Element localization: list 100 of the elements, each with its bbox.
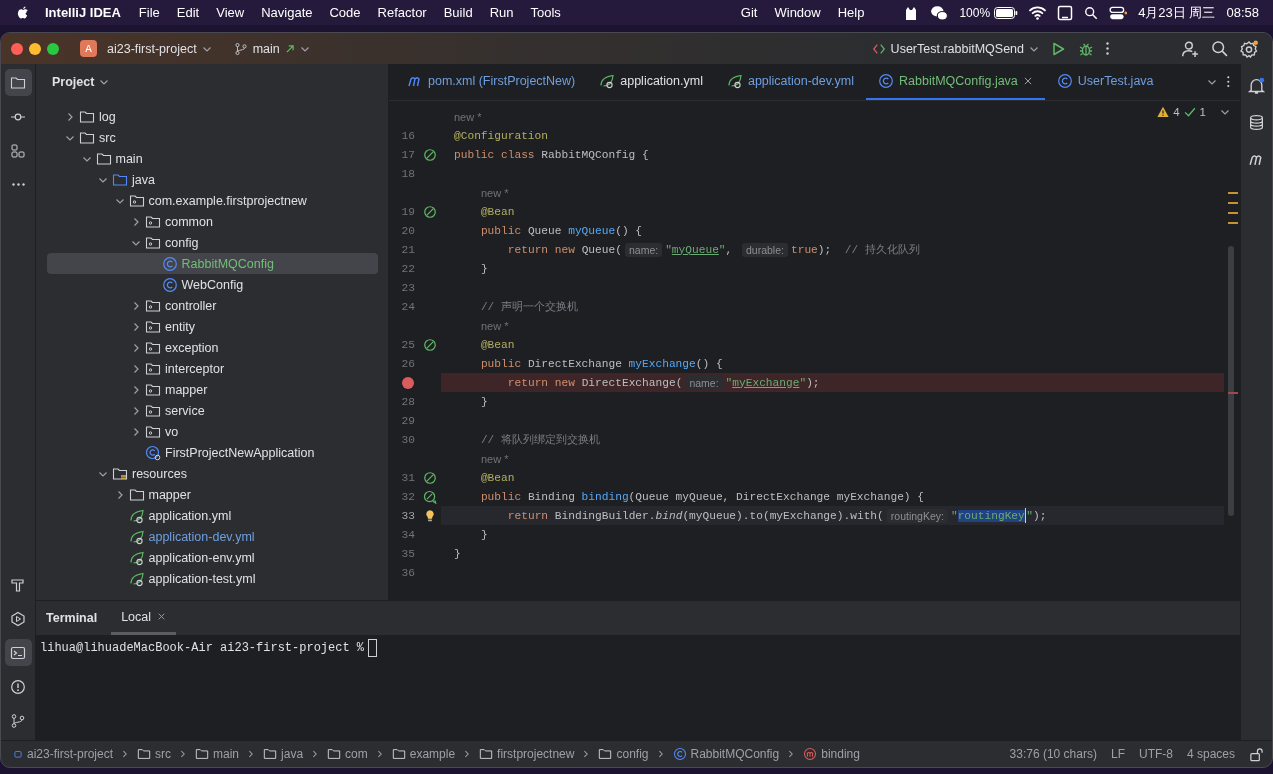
tree-item[interactable]: mapper <box>47 379 378 400</box>
breadcrumb[interactable]: config <box>596 747 651 761</box>
lightbulb-icon[interactable] <box>423 508 437 523</box>
close-icon[interactable] <box>157 612 167 621</box>
breadcrumb[interactable]: firstprojectnew <box>477 747 577 761</box>
menu-item[interactable]: Build <box>443 5 473 20</box>
tree-item[interactable]: mapper <box>47 484 378 505</box>
tree-item[interactable]: FirstProjectNewApplication <box>47 442 378 463</box>
editor-tab[interactable]: pom.xml (FirstProjectNew) <box>395 64 588 100</box>
unlock-icon[interactable] <box>1249 746 1264 762</box>
wifi-icon[interactable] <box>1029 4 1047 21</box>
breadcrumb[interactable]: binding <box>801 747 862 761</box>
tree-item[interactable]: RabbitMQConfig <box>47 253 378 274</box>
menu-bar-time[interactable]: 08:58 <box>1226 5 1259 20</box>
chevron-icon[interactable] <box>1220 107 1230 117</box>
author-hint[interactable]: new * <box>480 319 509 332</box>
search-icon[interactable] <box>1084 5 1099 20</box>
breakpoint-marker[interactable] <box>1228 392 1238 394</box>
tree-item[interactable]: WebConfig <box>47 274 378 295</box>
tree-item[interactable]: application-env.yml <box>47 547 378 568</box>
editor-tab[interactable]: application.yml <box>587 64 715 100</box>
chevron-icon[interactable] <box>131 342 141 353</box>
breadcrumb[interactable]: main <box>193 747 242 761</box>
tree-item[interactable]: log <box>47 106 378 127</box>
caret-position[interactable]: 33:76 (10 chars) <box>1009 747 1097 761</box>
editor-tab[interactable]: application-dev.yml <box>714 64 866 100</box>
author-hint[interactable]: new * <box>480 186 509 199</box>
warning-marker[interactable] <box>1228 212 1238 214</box>
tree-item[interactable]: main <box>47 148 378 169</box>
menu-bar-date[interactable]: 4月23日 周三 <box>1138 3 1216 22</box>
terminal-tab[interactable]: Local <box>111 601 177 635</box>
warning-marker[interactable] <box>1228 202 1238 204</box>
chevron-icon[interactable] <box>131 384 141 395</box>
breadcrumb[interactable]: example <box>389 747 458 761</box>
tree-item[interactable]: common <box>47 211 378 232</box>
bean-icon[interactable] <box>423 204 437 219</box>
tree-item[interactable]: config <box>47 232 378 253</box>
tree-item[interactable]: application-test.yml <box>47 568 378 589</box>
scrollbar[interactable] <box>1228 246 1234 516</box>
tree-item[interactable]: entity <box>47 316 378 337</box>
bean-icon[interactable] <box>423 470 437 485</box>
chevron-icon[interactable] <box>131 321 141 332</box>
minimize-window-button[interactable] <box>29 42 41 55</box>
tree-item[interactable]: java <box>47 169 378 190</box>
project-view-selector[interactable]: Project <box>46 74 116 90</box>
breakpoint-icon[interactable] <box>402 376 414 389</box>
tree-item[interactable]: exception <box>47 337 378 358</box>
tree-item[interactable]: com.example.firstprojectnew <box>47 190 378 211</box>
terminal-tool-button[interactable] <box>4 639 32 666</box>
breadcrumb[interactable]: com <box>325 747 370 761</box>
author-hint[interactable]: new * <box>454 110 482 123</box>
bean-icon[interactable] <box>423 489 437 504</box>
line-ending[interactable]: LF <box>1110 747 1125 761</box>
warning-marker[interactable] <box>1228 222 1238 224</box>
tree-item[interactable]: interceptor <box>47 358 378 379</box>
bean-icon[interactable] <box>423 337 437 352</box>
tree-item[interactable]: service <box>47 400 378 421</box>
menu-item[interactable]: View <box>216 5 245 20</box>
chevron-icon[interactable] <box>131 363 141 374</box>
menu-item[interactable]: Code <box>329 5 361 20</box>
editor-tab[interactable]: UserTest.java <box>1044 64 1166 100</box>
editor-tab[interactable]: RabbitMQConfig.java <box>866 64 1045 100</box>
tree-item[interactable]: controller <box>47 295 378 316</box>
menu-item[interactable]: Help <box>837 5 865 20</box>
close-window-button[interactable] <box>11 42 23 55</box>
menu-item[interactable]: Refactor <box>377 5 427 20</box>
more-vertical-icon[interactable] <box>1227 76 1230 88</box>
warning-count[interactable]: 4 <box>1173 106 1180 118</box>
author-hint[interactable]: new * <box>480 452 509 465</box>
tree-item[interactable]: application.yml <box>47 505 378 526</box>
branch-selector[interactable]: main <box>228 37 315 60</box>
tree-item[interactable]: vo <box>47 421 378 442</box>
chevron-icon[interactable] <box>131 216 141 227</box>
chevron-icon[interactable] <box>131 405 141 416</box>
breadcrumb[interactable]: java <box>261 747 306 761</box>
menu-item[interactable]: File <box>138 5 160 20</box>
tree-item[interactable]: resources <box>47 463 378 484</box>
run-configuration-selector[interactable]: UserTest.rabbitMQSend <box>866 37 1044 60</box>
chevron-icon[interactable] <box>65 111 75 122</box>
project-tool-button[interactable] <box>4 69 32 96</box>
passed-count[interactable]: 1 <box>1199 106 1206 118</box>
project-selector[interactable]: ai23-first-project <box>102 37 217 60</box>
chevron-icon[interactable] <box>1207 77 1218 87</box>
battery-icon[interactable] <box>994 6 1019 19</box>
bean-icon[interactable] <box>423 147 437 162</box>
close-icon[interactable] <box>1022 76 1033 86</box>
app-name[interactable]: IntelliJ IDEA <box>45 5 121 20</box>
zoom-window-button[interactable] <box>47 42 59 55</box>
menu-item[interactable]: Edit <box>176 5 200 20</box>
menu-item[interactable]: Window <box>774 5 821 20</box>
app-icon[interactable] <box>1057 4 1074 21</box>
menu-item[interactable]: Tools <box>530 5 561 20</box>
indent-setting[interactable]: 4 spaces <box>1186 747 1235 761</box>
breadcrumb[interactable]: src <box>135 747 174 761</box>
breadcrumb[interactable]: RabbitMQConfig <box>670 747 782 761</box>
chevron-icon[interactable] <box>131 426 141 437</box>
file-encoding[interactable]: UTF-8 <box>1138 747 1173 761</box>
tree-item[interactable]: src <box>47 127 378 148</box>
tree-item[interactable]: application-dev.yml <box>47 526 378 547</box>
chevron-icon[interactable] <box>131 300 141 311</box>
